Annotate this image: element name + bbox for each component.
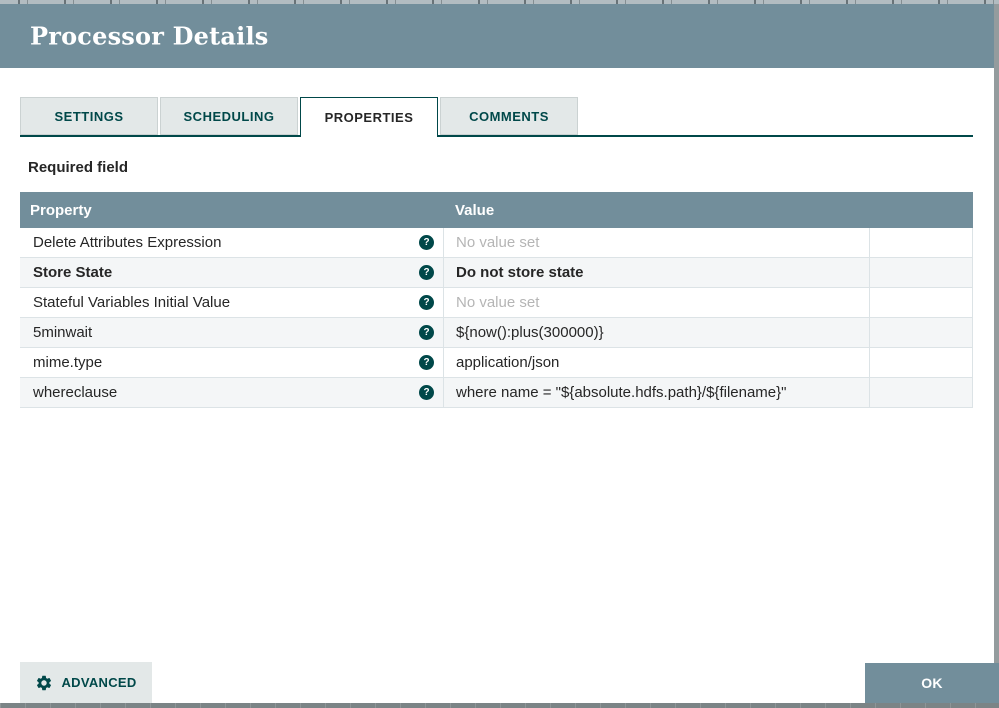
property-cell: Delete Attributes Expression?: [20, 228, 443, 257]
extra-cell: [869, 288, 972, 317]
table-row: Stateful Variables Initial Value? No valu…: [20, 288, 972, 318]
value-cell[interactable]: Do not store state: [443, 258, 869, 287]
extra-cell: [869, 318, 972, 347]
property-cell: mime.type?: [20, 348, 443, 377]
property-name: whereclause: [33, 384, 118, 401]
help-icon[interactable]: ?: [419, 295, 434, 310]
property-cell: Store State?: [20, 258, 443, 287]
property-name: Store State: [33, 264, 113, 281]
property-value: ${now():plus(300000)}: [456, 324, 604, 341]
value-cell[interactable]: ${now():plus(300000)}: [443, 318, 869, 347]
property-name: 5minwait: [33, 324, 93, 341]
properties-table-rows: Delete Attributes Expression? No value se…: [20, 228, 973, 408]
property-value: No value set: [456, 294, 540, 311]
background-page-top-edge: [0, 0, 999, 4]
properties-table: Property Value Delete Attributes Express…: [20, 192, 973, 408]
table-row: 5minwait? ${now():plus(300000)}: [20, 318, 972, 348]
extra-cell: [869, 378, 972, 407]
property-name: mime.type: [33, 354, 103, 371]
table-row: mime.type? application/json: [20, 348, 972, 378]
tab-settings[interactable]: SETTINGS: [20, 97, 158, 135]
value-cell[interactable]: No value set: [443, 288, 869, 317]
property-cell: Stateful Variables Initial Value?: [20, 288, 443, 317]
extra-cell: [869, 258, 972, 287]
ok-button[interactable]: OK: [865, 663, 999, 703]
property-cell: 5minwait?: [20, 318, 443, 347]
advanced-button[interactable]: ADVANCED: [20, 662, 152, 703]
property-cell: whereclause?: [20, 378, 443, 407]
help-icon[interactable]: ?: [419, 355, 434, 370]
property-value: Do not store state: [456, 264, 584, 281]
help-icon[interactable]: ?: [419, 235, 434, 250]
table-row: whereclause? where name = "${absolute.hdf…: [20, 378, 972, 408]
help-icon[interactable]: ?: [419, 325, 434, 340]
help-icon[interactable]: ?: [419, 385, 434, 400]
value-cell[interactable]: No value set: [443, 228, 869, 257]
property-name: Stateful Variables Initial Value: [33, 294, 231, 311]
required-field-note: Required field: [28, 159, 129, 176]
advanced-button-label: ADVANCED: [61, 675, 137, 690]
help-icon[interactable]: ?: [419, 265, 434, 280]
gear-icon: [37, 675, 52, 690]
table-row: Store State? Do not store state: [20, 258, 972, 288]
tab-properties[interactable]: PROPERTIES: [300, 97, 438, 137]
tab-bar: SETTINGS SCHEDULING PROPERTIES COMMENTS: [20, 97, 578, 137]
processor-details-dialog: Processor Details SETTINGS SCHEDULING PROP…: [0, 0, 999, 708]
extra-cell: [869, 228, 972, 257]
extra-cell: [869, 348, 972, 377]
dialog-title: Processor Details: [30, 21, 269, 51]
column-header-value: Value: [455, 201, 495, 219]
canvas-bottom-edge: [0, 703, 999, 708]
table-row: Delete Attributes Expression? No value se…: [20, 228, 972, 258]
window-edge-strip: [994, 0, 999, 708]
column-header-property: Property: [30, 201, 92, 219]
dialog-header: Processor Details: [0, 4, 999, 68]
properties-table-header: Property Value: [20, 192, 973, 228]
tab-scheduling[interactable]: SCHEDULING: [160, 97, 298, 135]
tab-comments[interactable]: COMMENTS: [440, 97, 578, 135]
value-cell[interactable]: application/json: [443, 348, 869, 377]
property-value: No value set: [456, 234, 540, 251]
property-name: Delete Attributes Expression: [33, 234, 222, 251]
property-value: application/json: [456, 354, 560, 371]
property-value: where name = "${absolute.hdfs.path}/${fi…: [456, 384, 787, 401]
value-cell[interactable]: where name = "${absolute.hdfs.path}/${fi…: [443, 378, 869, 407]
